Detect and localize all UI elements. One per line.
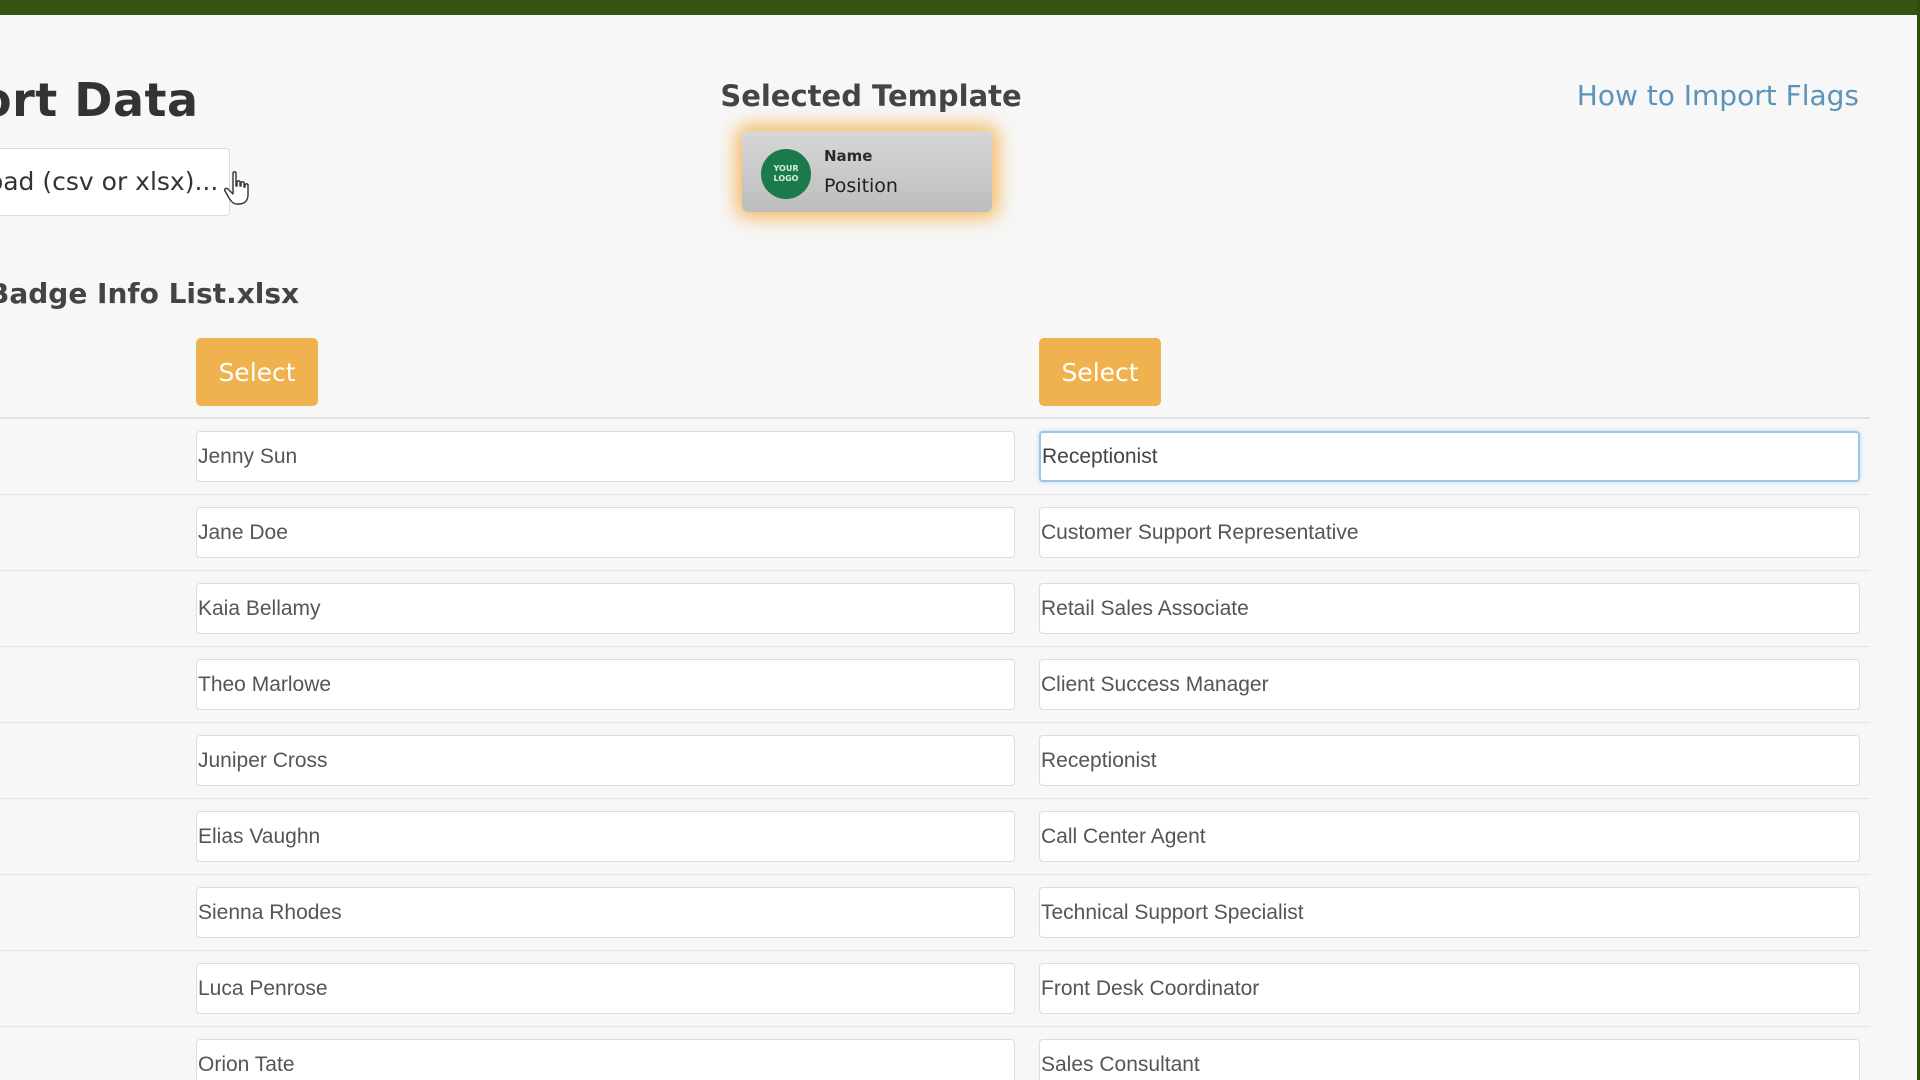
position-input[interactable]	[1039, 811, 1860, 862]
your-logo-placeholder: YOUR LOGO	[761, 149, 811, 199]
table-row	[0, 647, 1870, 723]
window-top-frame	[0, 0, 1920, 15]
selected-template-preview[interactable]: YOUR LOGO Name Position	[742, 131, 992, 212]
table-row	[0, 1027, 1870, 1080]
name-input[interactable]	[196, 1039, 1015, 1080]
selected-template-heading: Selected Template	[720, 79, 1022, 113]
name-input[interactable]	[196, 507, 1015, 558]
name-input[interactable]	[196, 735, 1015, 786]
select-column-1-button[interactable]: Select	[196, 338, 318, 406]
position-input[interactable]	[1039, 431, 1860, 482]
table-row	[0, 419, 1870, 495]
table-row	[0, 723, 1870, 799]
hand-pointer-cursor-icon	[224, 171, 249, 205]
name-input[interactable]	[196, 659, 1015, 710]
position-input[interactable]	[1039, 887, 1860, 938]
table-row	[0, 571, 1870, 647]
name-input[interactable]	[196, 963, 1015, 1014]
how-to-import-flags-link[interactable]: How to Import Flags	[1577, 79, 1859, 112]
name-input[interactable]	[196, 583, 1015, 634]
import-panel: ort Data load (csv or xlsx)... Selected …	[0, 15, 1917, 1080]
name-input[interactable]	[196, 811, 1015, 862]
import-rows-table	[0, 419, 1870, 1080]
position-input[interactable]	[1039, 963, 1860, 1014]
name-input[interactable]	[196, 887, 1015, 938]
position-input[interactable]	[1039, 583, 1860, 634]
table-row	[0, 951, 1870, 1027]
template-position-field: Position	[824, 175, 898, 197]
uploaded-file-name: Badge Info List.xlsx	[0, 277, 300, 310]
name-input[interactable]	[196, 431, 1015, 482]
file-upload-button[interactable]: load (csv or xlsx)...	[0, 148, 230, 216]
template-name-field: Name	[824, 147, 873, 165]
table-row	[0, 799, 1870, 875]
select-column-2-button[interactable]: Select	[1039, 338, 1161, 406]
position-input[interactable]	[1039, 507, 1860, 558]
position-input[interactable]	[1039, 735, 1860, 786]
table-row	[0, 875, 1870, 951]
table-row	[0, 495, 1870, 571]
position-input[interactable]	[1039, 1039, 1860, 1080]
position-input[interactable]	[1039, 659, 1860, 710]
